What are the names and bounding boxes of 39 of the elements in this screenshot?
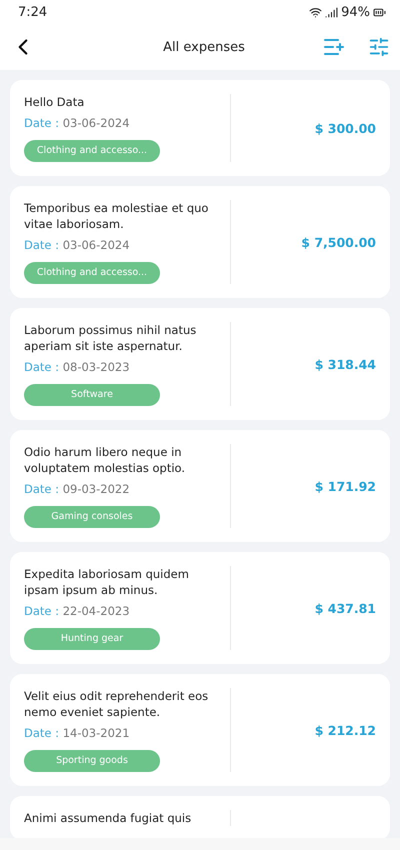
battery-percent: 94% <box>341 4 370 20</box>
expense-date: Date : 08-03-2023 <box>24 360 131 374</box>
category-tag: Clothing and accesso... <box>24 140 160 162</box>
wifi-icon <box>309 6 322 18</box>
category-tag: Software <box>24 384 160 406</box>
expense-date: Date : 03-06-2024 <box>24 238 131 252</box>
expense-date: Date : 09-03-2022 <box>24 482 131 496</box>
expense-amount: $ 300.00 <box>314 120 376 136</box>
category-tag: Gaming consoles <box>24 506 160 528</box>
expense-amount: $ 318.44 <box>314 356 376 372</box>
category-tag: Sporting goods <box>24 750 160 772</box>
expense-title: Animi assumenda fugiat quis <box>24 810 192 826</box>
battery-icon <box>373 6 386 18</box>
expense-date: Date : 22-04-2023 <box>24 604 131 618</box>
expense-card[interactable]: Hello Data Date : 03-06-2024 Clothing and accesso... $ 300.00 <box>10 80 390 176</box>
category-tag: Clothing and accesso... <box>24 262 160 284</box>
expense-title: Odio harum libero neque in voluptatem molestias optio. <box>24 444 186 476</box>
expense-title: Hello Data <box>24 94 86 110</box>
expense-amount: $ 437.81 <box>314 600 376 616</box>
expense-date: Date : 14-03-2021 <box>24 726 131 740</box>
expense-card[interactable]: Expedita laboriosam quidem ipsam ipsum ab minus. Date : 22-04-2023 Hunting gear $ 437.81 <box>10 552 390 664</box>
expense-title: Temporibus ea molestiae et quo vitae laboriosam. <box>24 200 210 232</box>
category-tag: Hunting gear <box>24 628 160 650</box>
signal-icon <box>325 6 338 18</box>
expense-amount: $ 171.92 <box>314 478 376 494</box>
expense-amount: $ 212.12 <box>314 722 376 738</box>
page-title: All expenses <box>162 40 246 54</box>
filter-icon[interactable] <box>368 36 390 58</box>
expense-card[interactable]: Laborum possimus nihil natus aperiam sit iste aspernatur. Date : 08-03-2023 Software $ 318.44 <box>10 308 390 420</box>
expense-amount: $ 7,500.00 <box>300 234 376 250</box>
status-time: 7:24 <box>18 4 48 20</box>
expense-card[interactable]: Odio harum libero neque in voluptatem molestias optio. Date : 09-03-2022 Gaming consoles $ 171.92 <box>10 430 390 542</box>
expense-card[interactable]: Temporibus ea molestiae et quo vitae laboriosam. Date : 03-06-2024 Clothing and accesso... $ 7,500.00 <box>10 186 390 298</box>
expense-card[interactable]: Velit eius odit reprehenderit eos nemo eveniet sapiente. Date : 14-03-2021 Sporting goods $ 212.12 <box>10 674 390 786</box>
expense-card[interactable]: Animi assumenda fugiat quis <box>10 796 390 838</box>
expense-title: Laborum possimus nihil natus aperiam sit iste aspernatur. <box>24 322 198 354</box>
expense-title: Velit eius odit reprehenderit eos nemo eveniet sapiente. <box>24 688 210 720</box>
expense-title: Expedita laboriosam quidem ipsam ipsum ab minus. <box>24 566 190 598</box>
expense-date: Date : 03-06-2024 <box>24 116 131 130</box>
